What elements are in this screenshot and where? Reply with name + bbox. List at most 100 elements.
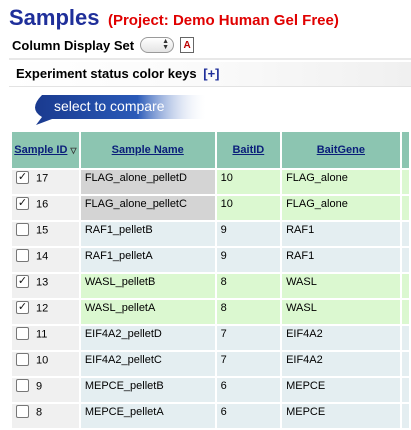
table-row: 15 RAF1_pelletB 9 RAF1 <box>12 222 409 246</box>
bait-id: 8 <box>216 274 281 298</box>
more-columns-cell <box>401 274 409 298</box>
bait-gene: RAF1 <box>282 248 400 272</box>
table-row: 8 MEPCE_pelletA 6 MEPCE <box>12 404 409 428</box>
bait-gene: FLAG_alone <box>282 196 400 220</box>
bait-id: 6 <box>216 378 281 402</box>
bait-gene: RAF1 <box>282 222 400 246</box>
column-display-select[interactable]: ▲ ▼ <box>140 37 175 53</box>
sample-id-cell: ✓ 16 <box>12 196 79 220</box>
row-checkbox[interactable] <box>16 353 29 366</box>
sample-name: WASL_pelletB <box>80 274 215 298</box>
more-columns-cell <box>401 222 409 246</box>
row-checkbox[interactable] <box>16 327 29 340</box>
sample-name: MEPCE_pelletB <box>80 378 215 402</box>
page-title-text: Samples <box>9 5 100 30</box>
sample-name: WASL_pelletA <box>80 300 215 324</box>
bait-id: 10 <box>216 170 281 194</box>
sample-name: RAF1_pelletA <box>80 248 215 272</box>
sample-name: EIF4A2_pelletC <box>80 352 215 376</box>
bait-id: 7 <box>216 352 281 376</box>
header-sample-id-label: Sample ID <box>14 144 68 156</box>
table-row: 10 EIF4A2_pelletC 7 EIF4A2 <box>12 352 409 376</box>
sample-id-cell: 8 <box>12 404 79 428</box>
sample-name: FLAG_alone_pelletD <box>80 170 215 194</box>
more-columns-cell <box>401 352 409 376</box>
sample-name: FLAG_alone_pelletC <box>80 196 215 220</box>
row-checkbox[interactable]: ✓ <box>16 275 29 288</box>
bait-gene: FLAG_alone <box>282 170 400 194</box>
bait-id: 8 <box>216 300 281 324</box>
row-checkbox[interactable]: ✓ <box>16 171 29 184</box>
status-color-keys-label: Experiment status color keys <box>16 66 197 81</box>
samples-table: Sample ID ▽ Sample Name BaitID BaitGene ✓… <box>10 130 411 430</box>
bait-gene: WASL <box>282 300 400 324</box>
sample-id-cell: ✓ 17 <box>12 170 79 194</box>
bait-id: 6 <box>216 404 281 428</box>
header-sample-name[interactable]: Sample Name <box>80 132 215 168</box>
row-checkbox[interactable] <box>16 379 29 392</box>
sample-id: 14 <box>36 250 49 263</box>
document-icon[interactable]: A <box>180 37 195 53</box>
header-more-columns <box>401 132 409 168</box>
sample-id-cell: 14 <box>12 248 79 272</box>
bait-gene: WASL <box>282 274 400 298</box>
more-columns-cell <box>401 378 409 402</box>
more-columns-cell <box>401 300 409 324</box>
sample-id-cell: 10 <box>12 352 79 376</box>
bait-gene: EIF4A2 <box>282 326 400 350</box>
select-to-compare-banner[interactable]: select to compare <box>28 95 206 125</box>
column-display-label: Column Display Set <box>12 37 135 53</box>
row-checkbox[interactable] <box>16 249 29 262</box>
sample-id-cell: ✓ 13 <box>12 274 79 298</box>
sort-icon[interactable]: ▽ <box>70 146 76 155</box>
sample-id-cell: 15 <box>12 222 79 246</box>
bait-id: 9 <box>216 248 281 272</box>
sample-id: 12 <box>36 302 49 315</box>
divider <box>9 58 411 60</box>
table-row: 14 RAF1_pelletA 9 RAF1 <box>12 248 409 272</box>
column-display-set: Column Display Set ▲ ▼ A <box>12 37 195 53</box>
more-columns-cell <box>401 170 409 194</box>
sample-name: EIF4A2_pelletD <box>80 326 215 350</box>
bait-id: 7 <box>216 326 281 350</box>
row-checkbox[interactable]: ✓ <box>16 301 29 314</box>
project-name: (Project: Demo Human Gel Free) <box>107 12 339 29</box>
sample-id: 17 <box>36 172 49 185</box>
more-columns-cell <box>401 248 409 272</box>
status-color-keys: Experiment status color keys [+] <box>16 66 220 81</box>
row-checkbox[interactable] <box>16 223 29 236</box>
more-columns-cell <box>401 196 409 220</box>
select-arrows-icon: ▲ ▼ <box>162 38 170 51</box>
sample-id-cell: ✓ 12 <box>12 300 79 324</box>
sample-name: RAF1_pelletB <box>80 222 215 246</box>
table-row: ✓ 17 FLAG_alone_pelletD 10 FLAG_alone <box>12 170 409 194</box>
sample-id: 11 <box>36 328 48 341</box>
sample-id: 9 <box>36 380 43 393</box>
table-header-row: Sample ID ▽ Sample Name BaitID BaitGene <box>12 132 409 168</box>
table-row: ✓ 16 FLAG_alone_pelletC 10 FLAG_alone <box>12 196 409 220</box>
bait-gene: EIF4A2 <box>282 352 400 376</box>
sample-id: 15 <box>36 224 49 237</box>
sample-id: 16 <box>36 198 49 211</box>
table-row: 11 EIF4A2_pelletD 7 EIF4A2 <box>12 326 409 350</box>
table-row: ✓ 13 WASL_pelletB 8 WASL <box>12 274 409 298</box>
page-title: Samples (Project: Demo Human Gel Free) <box>9 5 339 31</box>
more-columns-cell <box>401 404 409 428</box>
sample-id-cell: 9 <box>12 378 79 402</box>
table-row: 9 MEPCE_pelletB 6 MEPCE <box>12 378 409 402</box>
bait-gene: MEPCE <box>282 378 400 402</box>
expand-keys-toggle[interactable]: [+] <box>203 66 219 81</box>
sample-id-cell: 11 <box>12 326 79 350</box>
row-checkbox[interactable]: ✓ <box>16 197 29 210</box>
select-to-compare-label: select to compare <box>54 98 165 114</box>
more-columns-cell <box>401 326 409 350</box>
bait-id: 9 <box>216 222 281 246</box>
header-bait-gene[interactable]: BaitGene <box>282 132 400 168</box>
sample-id: 8 <box>36 406 43 419</box>
header-sample-id[interactable]: Sample ID ▽ <box>12 132 79 168</box>
bait-gene: MEPCE <box>282 404 400 428</box>
sample-id: 10 <box>36 354 49 367</box>
sample-id: 13 <box>36 276 49 289</box>
header-bait-id[interactable]: BaitID <box>216 132 281 168</box>
row-checkbox[interactable] <box>16 405 29 418</box>
